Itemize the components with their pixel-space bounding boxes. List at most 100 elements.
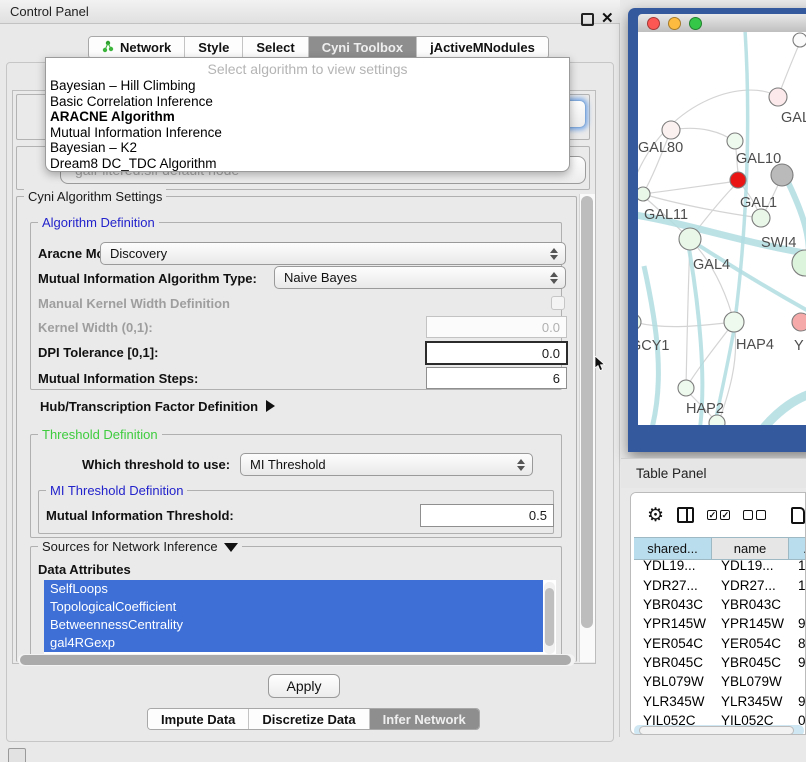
dropdown-item[interactable]: Basic Correlation Inference [46, 94, 569, 110]
settings-horizontal-scrollbar-thumb[interactable] [20, 655, 571, 665]
network-node-hap4 [724, 312, 744, 332]
tab-label: Style [198, 40, 229, 55]
mi-threshold-label: Mutual Information Threshold: [46, 508, 234, 523]
expanded-arrow-icon [224, 543, 238, 552]
table-cell: YBR043C [634, 597, 712, 612]
control-panel-title: Control Panel [10, 4, 89, 19]
table-row[interactable]: YBL079WYBL079W [634, 672, 806, 691]
mi-steps-field[interactable]: 6 [426, 367, 567, 389]
node-label: GCY1 [638, 338, 670, 354]
column-header[interactable]: name [712, 537, 789, 560]
stepper-arrows-icon [517, 459, 525, 471]
apply-button[interactable]: Apply [268, 674, 340, 698]
attribute-item[interactable]: TopologicalCoefficient [44, 598, 543, 616]
dropdown-item[interactable]: Dream8 DC_TDC Algorithm [46, 156, 569, 172]
tab-jactivemnodules[interactable]: jActiveMNodules [417, 37, 548, 58]
mac-close-icon[interactable] [647, 17, 660, 30]
table-horizontal-scrollbar-thumb[interactable] [639, 726, 794, 735]
which-threshold-combobox[interactable]: MI Threshold [240, 453, 533, 476]
table-cell: YDR27... [712, 578, 789, 593]
table-cell: YPR145W [634, 616, 712, 631]
network-window-titlebar[interactable] [638, 14, 806, 32]
network-graph: GAL7GAL80GAL10GAL1GAL11SWI4GAL4GCY1HAP4Y… [638, 32, 806, 425]
kernel-width-label: Kernel Width (0,1): [38, 320, 153, 335]
table-cell: YBL079W [634, 674, 712, 689]
mi-threshold-field[interactable]: 0.5 [420, 504, 554, 527]
select-all-checkboxes-icon[interactable]: ✓✓ [707, 510, 730, 520]
tab-label: Select [256, 40, 294, 55]
kernel-width-field[interactable]: 0.0 [426, 316, 567, 338]
settings-vertical-scrollbar-thumb[interactable] [581, 196, 593, 628]
tab-style[interactable]: Style [185, 37, 243, 58]
table-cell: YER054C [634, 636, 712, 651]
dpi-tolerance-label: DPI Tolerance [0,1]: [38, 345, 158, 360]
close-icon[interactable]: ✕ [601, 9, 614, 27]
attribute-item[interactable]: gal4RGexp [44, 634, 543, 652]
tab-infer-network[interactable]: Infer Network [370, 709, 479, 729]
table-row[interactable]: YER054CYER054C8. [634, 633, 806, 652]
mac-zoom-icon[interactable] [689, 17, 702, 30]
tab-impute-data[interactable]: Impute Data [148, 709, 249, 729]
tab-select[interactable]: Select [243, 37, 308, 58]
deselect-all-checkboxes-icon[interactable] [743, 510, 766, 520]
table-row[interactable]: YPR145WYPR145W9. [634, 614, 806, 633]
aracne-mode-combobox[interactable]: Discovery [100, 242, 566, 265]
network-node-gal80 [662, 121, 680, 139]
attribute-item[interactable]: SelfLoops [44, 580, 543, 598]
mac-minimize-icon[interactable] [668, 17, 681, 30]
columns-icon[interactable] [677, 507, 694, 523]
network-edge [643, 181, 738, 194]
data-attributes-list[interactable]: SelfLoopsTopologicalCoefficientBetweenne… [44, 580, 556, 656]
dpi-tolerance-field[interactable]: 0.0 [425, 341, 568, 365]
gear-icon[interactable]: ⚙ [647, 506, 664, 525]
mi-threshold-definition-title: MI Threshold Definition [46, 483, 187, 498]
mi-type-combobox[interactable]: Naive Bayes [274, 266, 566, 289]
network-node-gal4 [679, 228, 701, 250]
node-label: Y [794, 338, 804, 354]
network-edge [686, 322, 734, 388]
table-cell: YPR145W [712, 616, 789, 631]
dropdown-item[interactable]: Mutual Information Inference [46, 125, 569, 141]
table-toolbar: ⚙ ✓✓ [631, 493, 805, 537]
tab-label: Network [120, 40, 171, 55]
manual-kernel-checkbox[interactable] [551, 296, 565, 310]
attribute-item[interactable]: BetweennessCentrality [44, 616, 543, 634]
tab-cyni-toolbox[interactable]: Cyni Toolbox [309, 37, 417, 58]
network-node-gal10 [727, 133, 743, 149]
table-row[interactable]: YBR045CYBR045C9. [634, 653, 806, 672]
table-cell: YBR043C [712, 597, 789, 612]
column-header[interactable]: A [789, 537, 806, 560]
dropdown-item[interactable]: ARACNE Algorithm [46, 109, 569, 125]
table-cell: YBR045C [712, 655, 789, 670]
node-table: shared...nameA YDL19...YDL19...13YDR27..… [634, 537, 806, 730]
table-cell: YDL19... [634, 558, 712, 573]
network-node-gal11 [638, 187, 650, 201]
dropdown-item[interactable]: Bayesian – K2 [46, 140, 569, 156]
table-panel-header: Table Panel [621, 458, 806, 488]
node-label: GAL7 [781, 110, 806, 126]
hub-definition-toggle[interactable]: Hub/Transcription Factor Definition [40, 399, 275, 414]
stepper-arrows-icon [550, 272, 558, 284]
table-row[interactable]: YDR27...YDR27...12 [634, 576, 806, 595]
panel-gripper[interactable] [8, 748, 26, 762]
table-row[interactable]: YLR345WYLR345W9. [634, 691, 806, 710]
network-canvas[interactable]: GAL7GAL80GAL10GAL1GAL11SWI4GAL4GCY1HAP4Y… [638, 32, 806, 425]
float-window-icon[interactable] [581, 13, 594, 26]
data-attributes-label: Data Attributes [38, 562, 131, 577]
sources-title[interactable]: Sources for Network Inference [38, 539, 242, 554]
table-row[interactable]: YDL19...YDL19...13 [634, 556, 806, 575]
column-header[interactable]: shared... [634, 537, 712, 560]
tab-discretize-data[interactable]: Discretize Data [249, 709, 369, 729]
attribute-list-scrollbar-thumb[interactable] [545, 588, 554, 646]
network-icon [102, 40, 115, 56]
dropdown-item[interactable]: Bayesian – Hill Climbing [46, 78, 569, 94]
tab-network[interactable]: Network [89, 37, 185, 58]
network-node-gal7 [769, 88, 787, 106]
threshold-definition-title: Threshold Definition [38, 427, 162, 442]
algorithm-dropdown-menu: Select algorithm to view settings Bayesi… [45, 57, 570, 172]
export-table-icon[interactable] [791, 507, 805, 524]
tab-label: Cyni Toolbox [322, 40, 403, 55]
table-row[interactable]: YBR043CYBR043C [634, 595, 806, 614]
table-cell: 9. [789, 694, 806, 709]
table-panel-title: Table Panel [636, 466, 707, 481]
